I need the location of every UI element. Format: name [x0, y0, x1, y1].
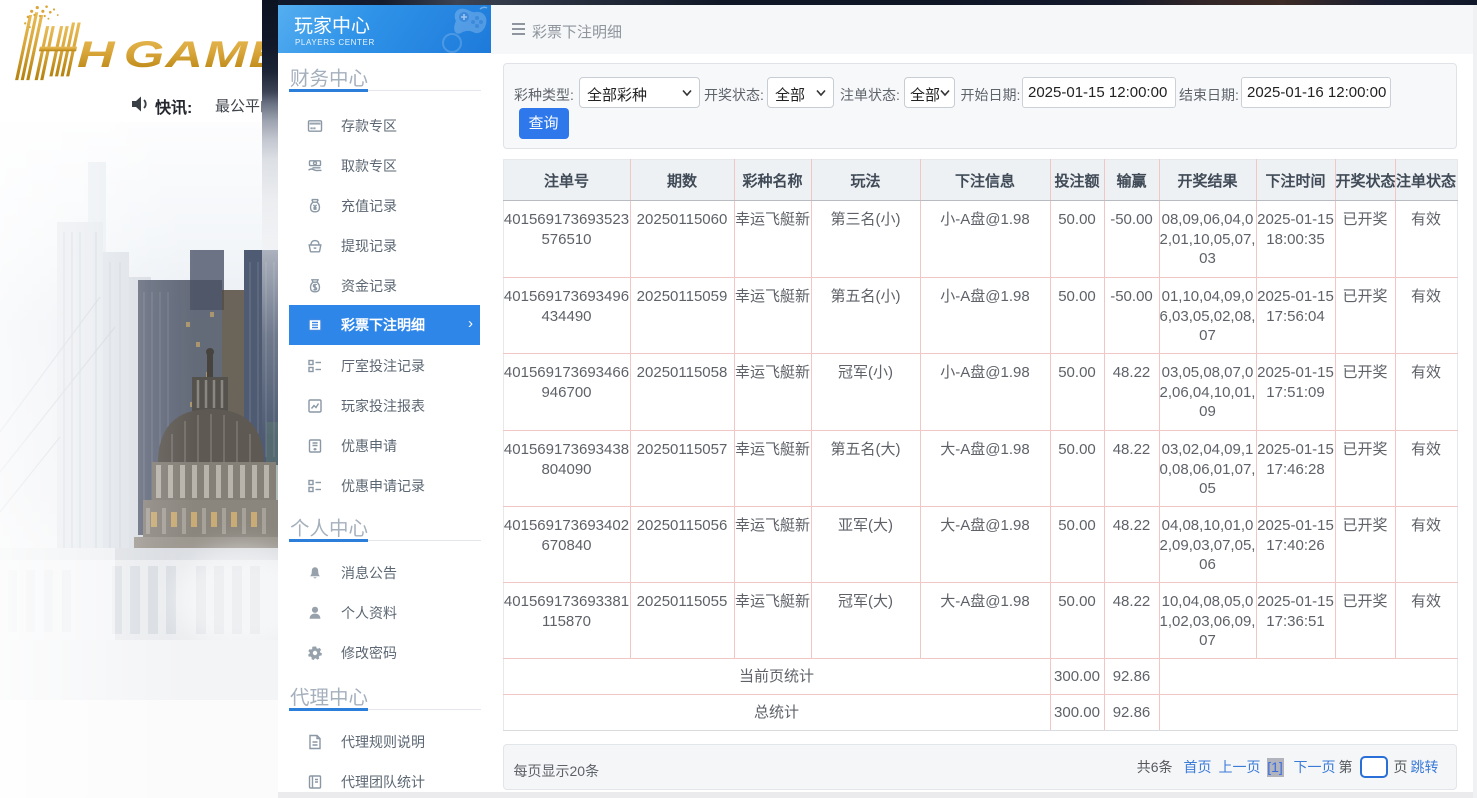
svg-text:HGAME: H GAME	[77, 33, 278, 75]
